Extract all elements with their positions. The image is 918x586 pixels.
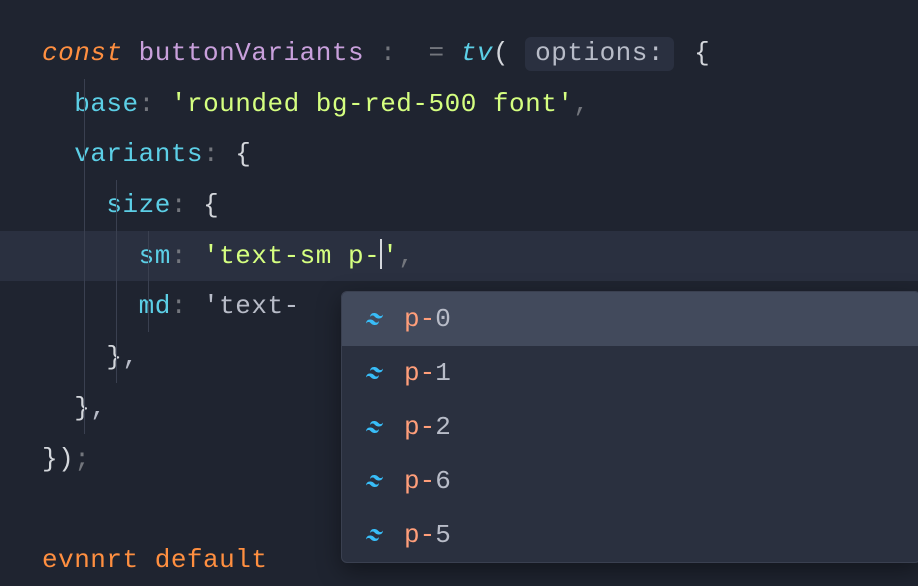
code-line-active: sm: 'text-sm p-', xyxy=(0,231,918,282)
tailwind-icon xyxy=(366,312,386,326)
variable-name: buttonVariants xyxy=(139,38,364,68)
string-literal: 'rounded bg-red-500 font' xyxy=(171,89,574,119)
autocomplete-item[interactable]: p-1 xyxy=(342,346,918,400)
autocomplete-item[interactable]: p-5 xyxy=(342,508,918,562)
property-sm: sm xyxy=(139,241,171,271)
code-line: size: { xyxy=(0,180,918,231)
function-call: tv xyxy=(461,38,493,68)
inlay-hint: options: xyxy=(525,37,674,71)
tailwind-icon xyxy=(366,366,386,380)
autocomplete-item[interactable]: p-2 xyxy=(342,400,918,454)
autocomplete-item[interactable]: p-6 xyxy=(342,454,918,508)
tailwind-icon xyxy=(366,420,386,434)
tailwind-icon xyxy=(366,528,386,542)
partial-text: evnnrt default xyxy=(42,545,267,575)
autocomplete-label: p-2 xyxy=(404,412,451,442)
autocomplete-label: p-5 xyxy=(404,520,451,550)
property-md: md xyxy=(139,291,171,321)
code-line: base: 'rounded bg-red-500 font', xyxy=(0,79,918,130)
string-literal: 'text-sm p- xyxy=(203,241,380,271)
autocomplete-label: p-0 xyxy=(404,304,451,334)
autocomplete-popup[interactable]: p-0 p-1 p-2 p-6 p-5 xyxy=(341,291,918,563)
code-line: const buttonVariants : = tv( options: { xyxy=(0,28,918,79)
string-literal: 'text- xyxy=(203,291,300,321)
code-line: variants: { xyxy=(0,129,918,180)
autocomplete-item[interactable]: p-0 xyxy=(342,292,918,346)
property-variants: variants xyxy=(74,139,203,169)
tailwind-icon xyxy=(366,474,386,488)
keyword-const: const xyxy=(42,38,123,68)
autocomplete-label: p-1 xyxy=(404,358,451,388)
autocomplete-label: p-6 xyxy=(404,466,451,496)
string-literal: ' xyxy=(382,241,398,271)
